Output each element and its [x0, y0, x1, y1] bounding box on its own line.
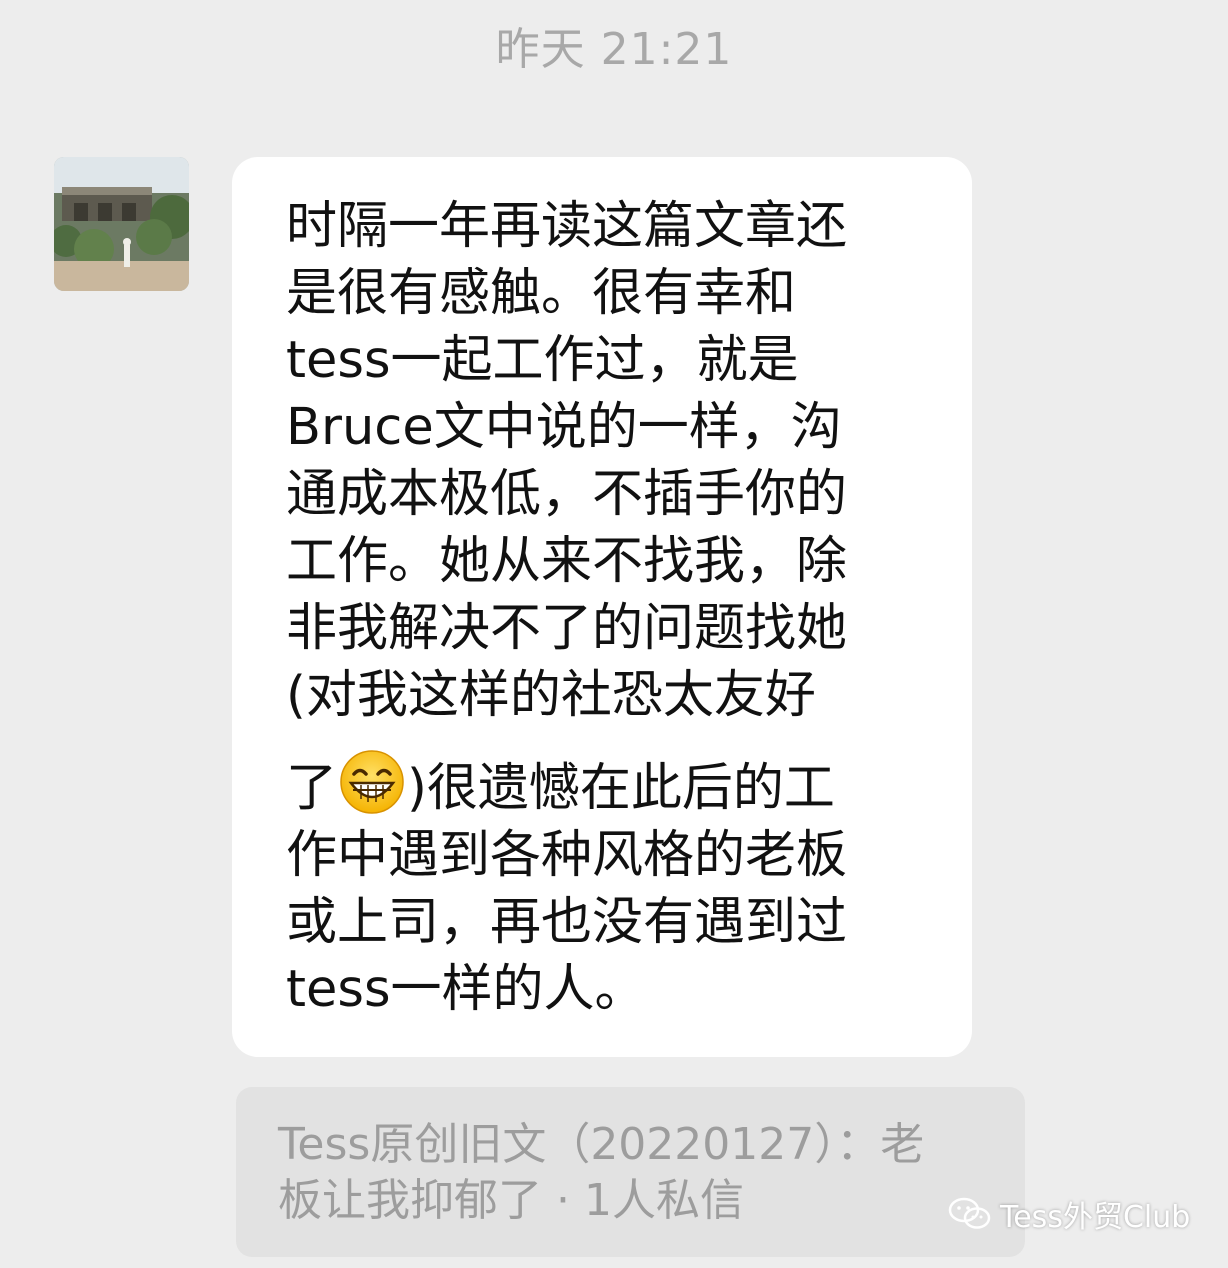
message-text: 时隔一年再读这篇文章还 是很有感触。很有幸和 tess一起工作过，就是 Bruc…	[286, 193, 926, 1023]
quote-text: Tess原创旧文（20220127）：老 板让我抑郁了 · 1人私信	[278, 1117, 998, 1229]
message-line: 时隔一年再读这篇文章还	[286, 197, 848, 256]
contact-avatar-photo	[54, 157, 189, 291]
contact-avatar[interactable]	[54, 157, 189, 291]
message-line-part: )很遗憾在此后的工	[407, 759, 835, 818]
quote-line: 板让我抑郁了 · 1人私信	[278, 1175, 744, 1226]
message-line-with-emoji: 了 )很遗憾在此后的工	[286, 729, 926, 822]
message-line: 或上司，再也没有遇到过	[286, 893, 848, 952]
watermark: Tess外贸Club	[948, 1192, 1190, 1236]
quoted-article-reference[interactable]: Tess原创旧文（20220127）：老 板让我抑郁了 · 1人私信	[236, 1087, 1025, 1257]
message-timestamp: 昨天 21:21	[495, 24, 733, 75]
message-line: 工作。她从来不找我，除	[286, 532, 848, 591]
wechat-icon	[948, 1197, 991, 1229]
message-line: 通成本极低，不插手你的	[286, 465, 848, 524]
message-line-part: 了	[286, 759, 338, 818]
grinning-face-emoji-icon	[340, 750, 404, 814]
message-line: (对我这样的社恐太友好	[286, 666, 816, 725]
message-line: 作中遇到各种风格的老板	[286, 826, 848, 885]
message-bubble[interactable]: 时隔一年再读这篇文章还 是很有感触。很有幸和 tess一起工作过，就是 Bruc…	[232, 157, 972, 1057]
message-line: tess一起工作过，就是	[286, 331, 799, 390]
quote-line: Tess原创旧文（20220127）：老	[278, 1119, 925, 1170]
message-line: Bruce文中说的一样，沟	[286, 398, 842, 457]
message-line: 非我解决不了的问题找她	[286, 599, 848, 658]
message-line: tess一样的人。	[286, 960, 646, 1019]
watermark-text: Tess外贸Club	[1000, 1200, 1191, 1235]
message-line: 是很有感触。很有幸和	[286, 264, 797, 323]
